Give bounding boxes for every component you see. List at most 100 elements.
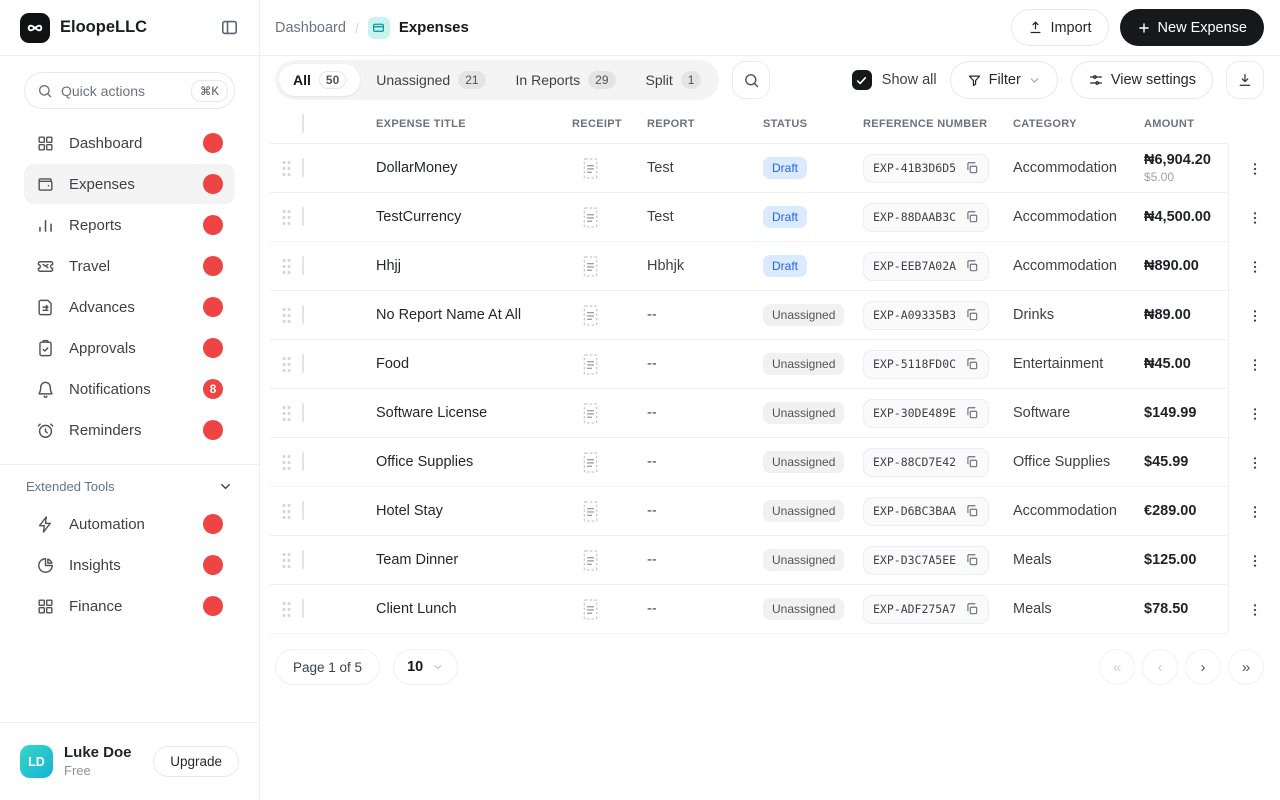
row-menu-icon[interactable] [1241,302,1269,330]
drag-handle-icon[interactable] [270,307,296,324]
copy-icon[interactable] [965,455,979,469]
receipt-placeholder-icon[interactable] [581,402,600,425]
row-menu-icon[interactable] [1241,155,1269,183]
upgrade-button[interactable]: Upgrade [153,746,239,777]
reference-number-chip[interactable]: EXP-88CD7E42 [863,447,990,477]
sidebar-item-insights[interactable]: Insights [24,545,235,585]
row-checkbox[interactable] [302,403,304,422]
drag-handle-icon[interactable] [270,405,296,422]
reference-number-chip[interactable]: EXP-5118FD0C [863,349,990,379]
sidebar-item-reports[interactable]: Reports [24,205,235,245]
table-row[interactable]: DollarMoney Test Draft EXP-41B3D6D5 Acco… [270,144,1280,193]
reference-number-chip[interactable]: EXP-ADF275A7 [863,594,990,624]
row-menu-icon[interactable] [1241,498,1269,526]
table-row[interactable]: Hhjj Hbhjk Draft EXP-EEB7A02A Accommodat… [270,242,1280,291]
table-row[interactable]: Client Lunch -- Unassigned EXP-ADF275A7 … [270,585,1280,634]
sidebar-item-travel[interactable]: Travel [24,246,235,286]
tab-split[interactable]: Split 1 [632,64,716,96]
receipt-placeholder-icon[interactable] [581,353,600,376]
drag-handle-icon[interactable] [270,454,296,471]
tab-unassigned[interactable]: Unassigned 21 [362,64,499,96]
row-checkbox[interactable] [302,207,304,226]
row-checkbox[interactable] [302,501,304,520]
last-page-button[interactable]: » [1228,649,1264,685]
reference-number-chip[interactable]: EXP-D6BC3BAA [863,496,990,526]
row-menu-icon[interactable] [1241,400,1269,428]
row-menu-icon[interactable] [1241,547,1269,575]
prev-page-button[interactable]: ‹ [1142,649,1178,685]
drag-handle-icon[interactable] [270,601,296,618]
drag-handle-icon[interactable] [270,503,296,520]
sidebar-item-expenses[interactable]: Expenses [24,164,235,204]
copy-icon[interactable] [965,210,979,224]
sidebar-item-advances[interactable]: Advances [24,287,235,327]
drag-handle-icon[interactable] [270,160,296,177]
copy-icon[interactable] [965,504,979,518]
row-checkbox[interactable] [302,550,304,569]
row-menu-icon[interactable] [1241,351,1269,379]
copy-icon[interactable] [965,259,979,273]
tab-in-reports[interactable]: In Reports 29 [502,64,630,96]
receipt-placeholder-icon[interactable] [581,304,600,327]
table-row[interactable]: Hotel Stay -- Unassigned EXP-D6BC3BAA Ac… [270,487,1280,536]
sidebar-item-automation[interactable]: Automation [24,504,235,544]
row-menu-icon[interactable] [1241,253,1269,281]
receipt-placeholder-icon[interactable] [581,500,600,523]
table-row[interactable]: Food -- Unassigned EXP-5118FD0C Entertai… [270,340,1280,389]
table-row[interactable]: Office Supplies -- Unassigned EXP-88CD7E… [270,438,1280,487]
copy-icon[interactable] [965,602,979,616]
drag-handle-icon[interactable] [270,552,296,569]
view-settings-button[interactable]: View settings [1070,61,1213,99]
row-menu-icon[interactable] [1241,204,1269,232]
receipt-placeholder-icon[interactable] [581,549,600,572]
row-checkbox[interactable] [302,256,304,275]
sidebar-item-finance[interactable]: Finance [24,586,235,626]
import-button[interactable]: Import [1011,9,1109,46]
receipt-placeholder-icon[interactable] [581,157,600,180]
page-size-select[interactable]: 10 [393,649,459,685]
row-checkbox[interactable] [302,599,304,618]
download-icon[interactable] [1226,61,1264,99]
table-search-button[interactable] [732,61,771,99]
table-row[interactable]: TestCurrency Test Draft EXP-88DAAB3C Acc… [270,193,1280,242]
breadcrumb-dashboard[interactable]: Dashboard [275,20,346,36]
extended-tools-header[interactable]: Extended Tools [0,465,259,500]
copy-icon[interactable] [965,553,979,567]
show-all-toggle[interactable]: Show all [851,70,937,90]
row-checkbox[interactable] [302,158,304,177]
reference-number-chip[interactable]: EXP-88DAAB3C [863,202,990,232]
receipt-placeholder-icon[interactable] [581,206,600,229]
row-menu-icon[interactable] [1241,596,1269,624]
next-page-button[interactable]: › [1185,649,1221,685]
sidebar-item-notifications[interactable]: Notifications 8 [24,369,235,409]
receipt-placeholder-icon[interactable] [581,451,600,474]
sidebar-toggle-icon[interactable] [217,16,241,40]
first-page-button[interactable]: « [1099,649,1135,685]
new-expense-button[interactable]: New Expense [1119,9,1264,46]
tab-all[interactable]: All 50 [279,64,361,96]
table-row[interactable]: Team Dinner -- Unassigned EXP-D3C7A5EE M… [270,536,1280,585]
row-checkbox[interactable] [302,305,304,324]
select-all-checkbox[interactable] [302,113,304,133]
reference-number-chip[interactable]: EXP-30DE489E [863,398,990,428]
sidebar-item-approvals[interactable]: Approvals [24,328,235,368]
copy-icon[interactable] [965,308,979,322]
copy-icon[interactable] [965,406,979,420]
sidebar-item-reminders[interactable]: Reminders [24,410,235,450]
reference-number-chip[interactable]: EXP-41B3D6D5 [863,153,990,183]
copy-icon[interactable] [965,357,979,371]
reference-number-chip[interactable]: EXP-D3C7A5EE [863,545,990,575]
quick-actions-search[interactable]: ⌘K [24,72,235,109]
drag-handle-icon[interactable] [270,356,296,373]
reference-number-chip[interactable]: EXP-A09335B3 [863,300,990,330]
row-menu-icon[interactable] [1241,449,1269,477]
quick-actions-input[interactable] [61,82,183,99]
table-row[interactable]: No Report Name At All -- Unassigned EXP-… [270,291,1280,340]
receipt-placeholder-icon[interactable] [581,255,600,278]
row-checkbox[interactable] [302,354,304,373]
reference-number-chip[interactable]: EXP-EEB7A02A [863,251,990,281]
copy-icon[interactable] [965,161,979,175]
table-row[interactable]: Software License -- Unassigned EXP-30DE4… [270,389,1280,438]
drag-handle-icon[interactable] [270,258,296,275]
sidebar-item-dashboard[interactable]: Dashboard [24,123,235,163]
